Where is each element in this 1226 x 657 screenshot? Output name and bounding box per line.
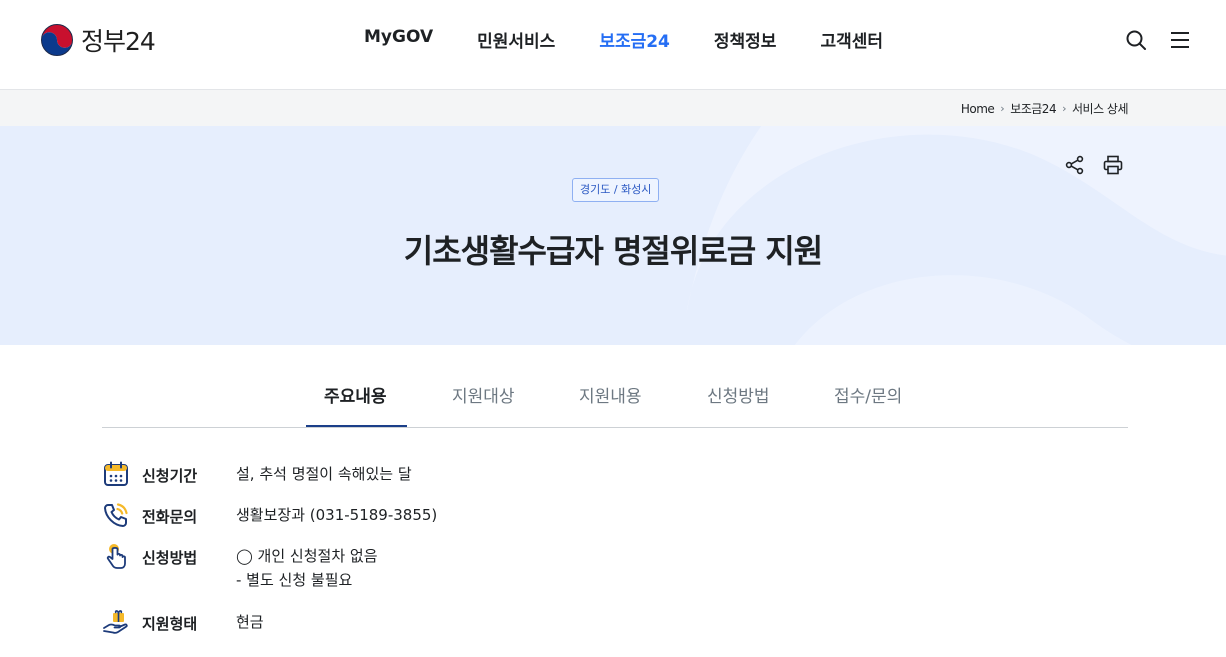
nav-item-policy-info[interactable]: 정책정보 — [714, 27, 777, 52]
detail-label: 신청기간 — [142, 467, 198, 485]
logo-text: 정부24 — [81, 27, 156, 56]
menu-icon[interactable] — [1168, 28, 1192, 52]
print-icon[interactable] — [1102, 154, 1124, 176]
region-badge: 경기도 / 화성시 — [572, 178, 660, 202]
detail-row-application-period: 신청기간 설, 추석 명절이 속해있는 달 — [102, 460, 802, 488]
gift-hand-icon — [103, 610, 128, 634]
nav-item-civil-service[interactable]: 민원서비스 — [477, 27, 555, 52]
tab-support-details[interactable]: 지원내용 — [579, 382, 642, 407]
active-tab-indicator — [306, 425, 407, 427]
main-nav: MyGOV 민원서비스 보조금24 정책정보 고객센터 — [364, 27, 927, 52]
click-hand-icon — [106, 544, 126, 569]
detail-row-application-method: 신청방법 ◯ 개인 신청절차 없음 - 별도 신청 불필요 — [102, 542, 802, 589]
site-logo[interactable]: 정부24 — [40, 22, 156, 58]
tab-contact[interactable]: 접수/문의 — [834, 382, 902, 407]
breadcrumb-current: 서비스 상세 — [1071, 102, 1129, 116]
site-header: 정부24 MyGOV 민원서비스 보조금24 정책정보 고객센터 — [0, 0, 1226, 90]
chevron-right-icon: › — [1000, 102, 1005, 115]
tab-application-method[interactable]: 신청방법 — [707, 382, 770, 407]
nav-item-mygov[interactable]: MyGOV — [364, 27, 433, 52]
detail-row-phone-inquiry: 전화문의 생활보장과 (031-5189-3855) — [102, 501, 802, 529]
detail-label: 신청방법 — [142, 549, 198, 567]
page-title: 기초생활수급자 명절위로금 지원 — [403, 232, 823, 270]
detail-value-line-1: ◯ 개인 신청절차 없음 — [236, 547, 378, 565]
nav-item-customer-center[interactable]: 고객센터 — [820, 27, 883, 52]
detail-label: 지원형태 — [142, 615, 198, 633]
tab-eligibility[interactable]: 지원대상 — [452, 382, 515, 407]
share-icon[interactable] — [1064, 154, 1086, 176]
chevron-right-icon: › — [1062, 102, 1066, 115]
detail-row-support-type: 지원형태 현금 — [102, 608, 802, 636]
service-hero: 경기도 / 화성시 기초생활수급자 명절위로금 지원 — [0, 126, 1226, 345]
detail-value-line-2: - 별도 신청 불필요 — [236, 571, 353, 589]
taegeuk-logo-icon — [40, 23, 74, 57]
search-icon[interactable] — [1124, 28, 1148, 52]
detail-value: 현금 — [236, 613, 264, 631]
breadcrumb-subsidy24[interactable]: 보조금24 — [1010, 100, 1056, 117]
nav-item-subsidy24[interactable]: 보조금24 — [599, 27, 670, 52]
breadcrumb-bar: Home › 보조금24 › 서비스 상세 — [0, 90, 1226, 126]
detail-value: 생활보장과 (031-5189-3855) — [236, 506, 438, 524]
detail-label: 전화문의 — [142, 508, 198, 526]
calendar-icon — [104, 461, 128, 486]
detail-value: 설, 추석 명절이 속해있는 달 — [236, 465, 412, 483]
content-tabs: 주요내용 지원대상 지원내용 신청방법 접수/문의 — [102, 345, 1128, 428]
phone-icon — [104, 503, 128, 527]
tab-key-info[interactable]: 주요내용 — [324, 382, 387, 407]
breadcrumb: Home › 보조금24 › 서비스 상세 — [961, 100, 1129, 117]
breadcrumb-home[interactable]: Home — [961, 102, 995, 116]
